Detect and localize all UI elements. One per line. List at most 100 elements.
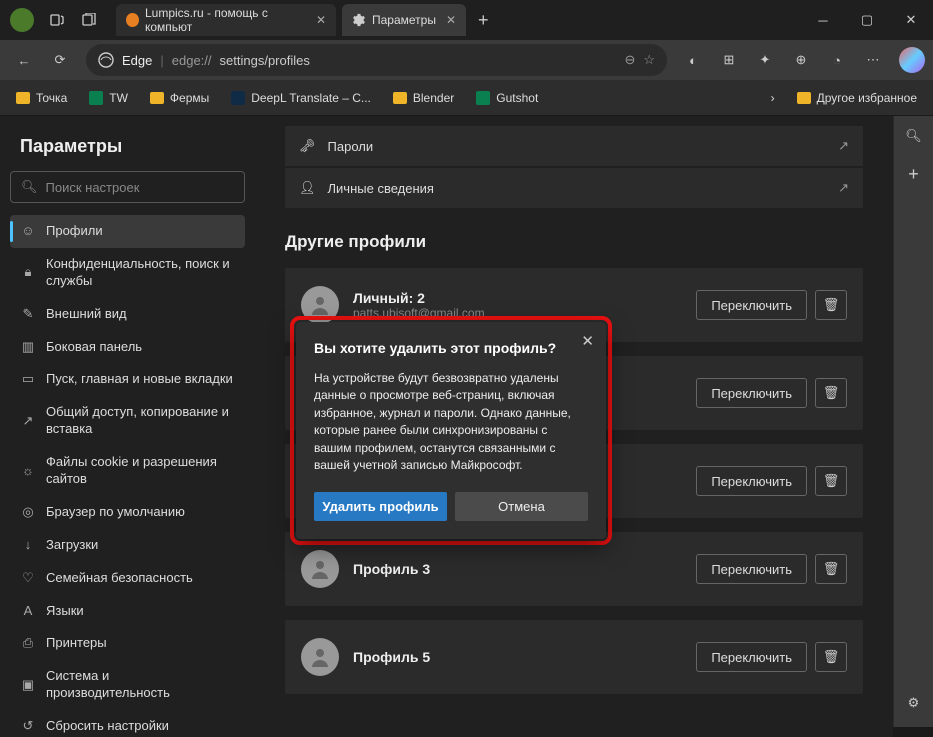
folder-icon xyxy=(393,92,407,104)
other-bookmarks[interactable]: Другое избранное xyxy=(789,87,925,109)
nav-label: Языки xyxy=(46,603,84,620)
person-card-icon: 👤︎ xyxy=(299,180,316,196)
nav-default[interactable]: ◎ Браузер по умолчанию xyxy=(10,496,245,529)
external-link-icon: ↗ xyxy=(838,138,849,154)
browser-toolbar: ← ⟳ Edge | edge://settings/profiles ⊖ ☆ … xyxy=(0,40,933,80)
switch-profile-button[interactable]: Переключить xyxy=(696,554,807,584)
nav-appearance[interactable]: ✎Внешний вид xyxy=(10,298,245,331)
nav-label: Профили xyxy=(46,223,103,240)
url-scheme: Edge xyxy=(122,53,152,68)
nav-printers[interactable]: ⎙Принтеры xyxy=(10,627,245,660)
bookmarks-bar: Точка TW Фермы DeepL Translate – C... Bl… xyxy=(0,80,933,116)
zoom-icon[interactable]: ⊖ xyxy=(624,52,635,68)
back-button[interactable]: ← xyxy=(8,44,40,76)
system-icon: ▣ xyxy=(20,677,36,694)
settings-sidebar: Параметры 🔍︎ Поиск настроек ☺ Профили 🔒︎К… xyxy=(0,116,255,737)
cookie-icon: ☼ xyxy=(20,463,36,480)
close-icon[interactable]: ✕ xyxy=(446,13,456,27)
switch-profile-button[interactable]: Переключить xyxy=(696,466,807,496)
profile-name: Профиль 3 xyxy=(353,561,430,577)
nav-start[interactable]: ▭Пуск, главная и новые вкладки xyxy=(10,363,245,396)
bookmark-item[interactable]: DeepL Translate – C... xyxy=(223,87,379,109)
nav-downloads[interactable]: ↓Загрузки xyxy=(10,529,245,562)
nav-system[interactable]: ▣Система и производительность xyxy=(10,660,245,710)
switch-profile-button[interactable]: Переключить xyxy=(696,642,807,672)
profile-card: Профиль 5 Переключить 🗑︎ xyxy=(285,620,863,694)
delete-profile-button[interactable]: 🗑︎ xyxy=(815,378,847,408)
nav-languages[interactable]: AЯзыки xyxy=(10,595,245,628)
profile-icon: ☺ xyxy=(20,223,36,240)
passwords-row[interactable]: 🗝︎ Пароли ↗ xyxy=(285,126,863,166)
sheet-icon xyxy=(89,91,103,105)
profile-name: Личный: 2 xyxy=(353,290,485,306)
delete-profile-button[interactable]: 🗑︎ xyxy=(815,642,847,672)
bookmark-overflow[interactable]: › xyxy=(763,87,783,109)
tab-title: Параметры xyxy=(372,13,436,27)
extensions-icon[interactable]: ⊞ xyxy=(713,44,745,76)
nav-share[interactable]: ↗Общий доступ, копирование и вставка xyxy=(10,396,245,446)
edge-sidebar: 🔍︎ + ⚙ xyxy=(893,116,933,727)
favorites-icon[interactable]: ✦ xyxy=(749,44,781,76)
workspaces-icon[interactable] xyxy=(44,7,70,33)
performance-icon[interactable]: ◔ xyxy=(821,44,853,76)
bookmark-folder[interactable]: Blender xyxy=(385,87,462,109)
menu-icon[interactable]: ⋯ xyxy=(857,44,889,76)
search-icon[interactable]: 🔍︎ xyxy=(905,128,922,144)
bookmark-folder[interactable]: Фермы xyxy=(142,87,217,109)
address-bar[interactable]: Edge | edge://settings/profiles ⊖ ☆ xyxy=(86,44,667,76)
profile-avatar[interactable] xyxy=(10,8,34,32)
settings-heading: Параметры xyxy=(20,136,235,157)
cancel-button[interactable]: Отмена xyxy=(455,492,588,521)
window-titlebar: Lumpics.ru - помощь с компьют ✕ Параметр… xyxy=(0,0,933,40)
favorite-icon[interactable]: ☆ xyxy=(643,52,655,68)
refresh-button[interactable]: ⟳ xyxy=(44,44,76,76)
copilot-button[interactable] xyxy=(899,47,925,73)
edge-logo-icon xyxy=(98,52,114,68)
maximize-button[interactable]: ▢ xyxy=(845,0,889,40)
confirm-delete-button[interactable]: Удалить профиль xyxy=(314,492,447,521)
nav-family[interactable]: ♡Семейная безопасность xyxy=(10,562,245,595)
nav-privacy[interactable]: 🔒︎Конфиденциальность, поиск и службы xyxy=(10,248,245,298)
bookmark-label: Blender xyxy=(413,91,454,105)
nav-sidebar[interactable]: ▥Боковая панель xyxy=(10,331,245,364)
key-icon: 🗝︎ xyxy=(299,138,316,154)
minimize-button[interactable]: ─ xyxy=(801,0,845,40)
bookmark-item[interactable]: Gutshot xyxy=(468,87,546,109)
tab-lumpics[interactable]: Lumpics.ru - помощь с компьют ✕ xyxy=(116,4,336,36)
nav-reset[interactable]: ↺Сбросить настройки xyxy=(10,710,245,737)
site-favicon xyxy=(126,13,139,27)
close-icon[interactable]: ✕ xyxy=(316,13,326,27)
add-icon[interactable]: + xyxy=(908,164,919,185)
nav-profiles[interactable]: ☺ Профили xyxy=(10,215,245,248)
default-icon: ◎ xyxy=(20,504,36,521)
bookmark-label: Точка xyxy=(36,91,67,105)
switch-profile-button[interactable]: Переключить xyxy=(696,378,807,408)
bookmark-item[interactable]: TW xyxy=(81,87,136,109)
settings-search[interactable]: 🔍︎ Поиск настроек xyxy=(10,171,245,203)
collections-icon[interactable]: ⊕ xyxy=(785,44,817,76)
bookmark-label: TW xyxy=(109,91,128,105)
nav-cookies[interactable]: ☼Файлы cookie и разрешения сайтов xyxy=(10,446,245,496)
close-window-button[interactable]: ✕ xyxy=(889,0,933,40)
tracking-icon[interactable]: ◐ xyxy=(677,44,709,76)
dialog-title: Вы хотите удалить этот профиль? xyxy=(314,340,588,356)
nav-label: Конфиденциальность, поиск и службы xyxy=(46,256,235,290)
nav-label: Общий доступ, копирование и вставка xyxy=(46,404,235,438)
nav-label: Семейная безопасность xyxy=(46,570,193,587)
reset-icon: ↺ xyxy=(20,718,36,735)
new-tab-button[interactable]: + xyxy=(478,10,489,31)
folder-icon xyxy=(797,92,811,104)
dialog-body-text: На устройстве будут безвозвратно удалены… xyxy=(314,370,588,474)
tab-actions-icon[interactable] xyxy=(76,7,102,33)
switch-profile-button[interactable]: Переключить xyxy=(696,290,807,320)
tab-settings[interactable]: Параметры ✕ xyxy=(342,4,466,36)
delete-profile-button[interactable]: 🗑︎ xyxy=(815,466,847,496)
gear-icon[interactable]: ⚙ xyxy=(908,695,920,711)
delete-profile-button[interactable]: 🗑︎ xyxy=(815,290,847,320)
nav-label: Браузер по умолчанию xyxy=(46,504,185,521)
bookmark-folder[interactable]: Точка xyxy=(8,87,75,109)
personal-info-row[interactable]: 👤︎ Личные сведения ↗ xyxy=(285,168,863,208)
brush-icon: ✎ xyxy=(20,306,36,323)
dialog-close-button[interactable]: ✕ xyxy=(581,332,594,350)
delete-profile-button[interactable]: 🗑︎ xyxy=(815,554,847,584)
